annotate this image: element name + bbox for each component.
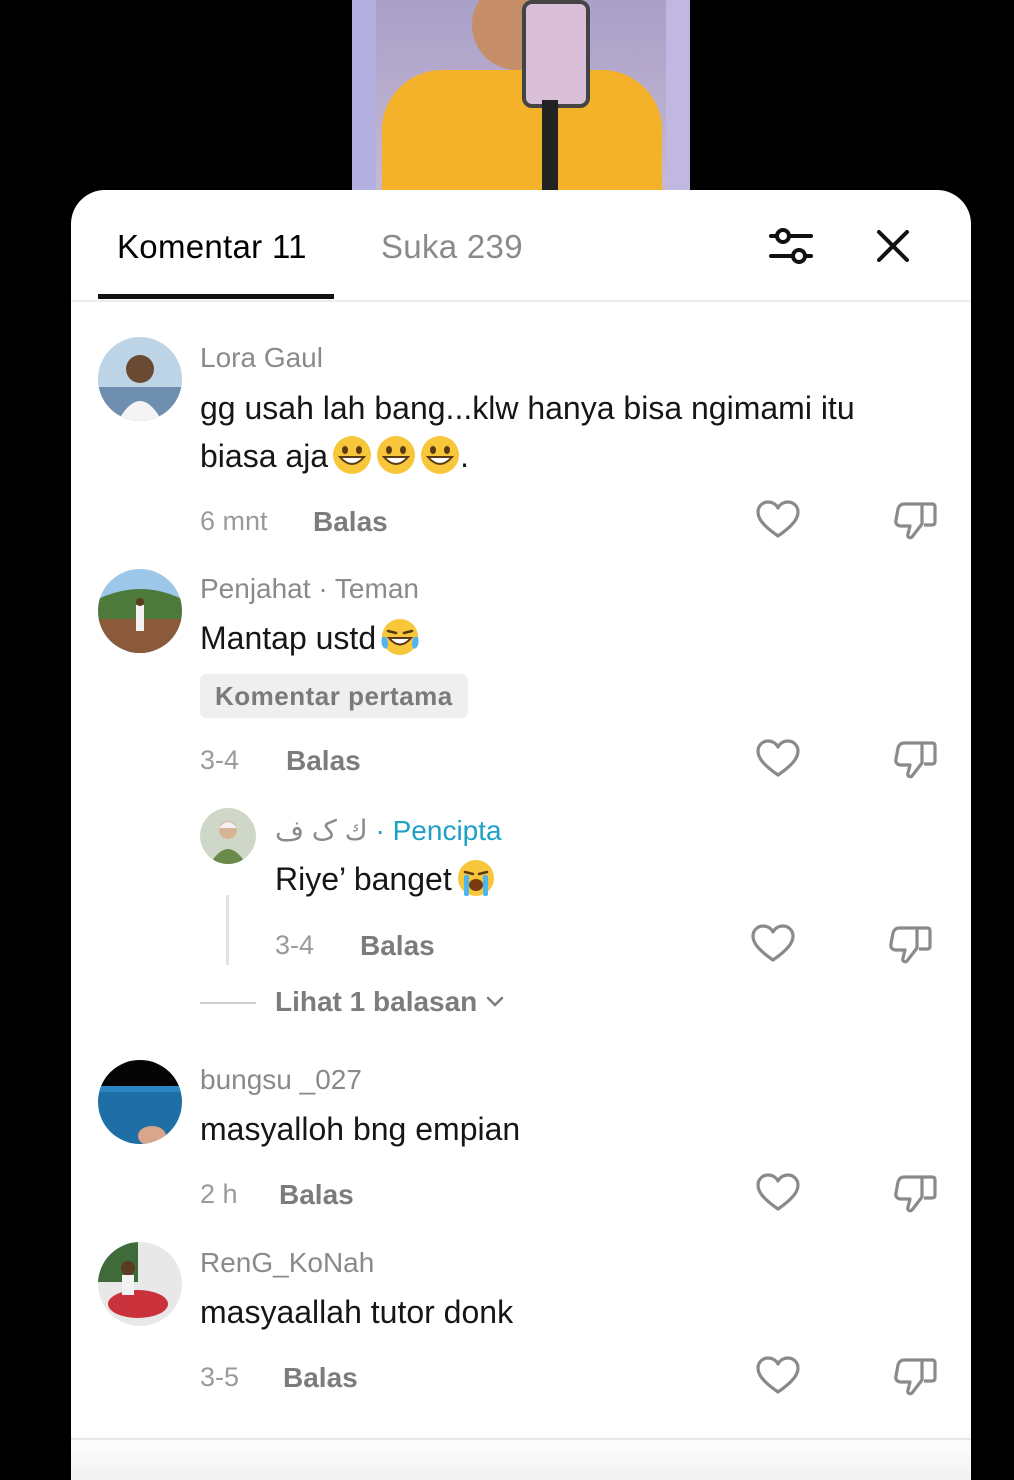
view-replies-button[interactable]: Lihat 1 balasan [275, 986, 505, 1018]
reply-button[interactable]: Balas [286, 745, 361, 777]
comments-header: Komentar 11 Suka 239 [71, 190, 971, 302]
comment-username[interactable]: Lora Gaul [200, 342, 323, 374]
comments-sheet: Komentar 11 Suka 239 Lora Gaul gg usah l… [71, 190, 971, 1480]
friend-label: · Teman [310, 573, 419, 604]
comment-text-line: gg usah lah bang...klw hanya bisa ngimam… [200, 390, 855, 426]
thumbs-down-icon[interactable] [894, 1356, 938, 1396]
grinning-face-emoji-icon [377, 436, 416, 474]
heart-icon[interactable] [756, 1173, 800, 1213]
reply-time: 3-4 [275, 930, 315, 960]
video-bg-right [666, 0, 690, 192]
comment-username[interactable]: Penjahat · Teman [200, 573, 419, 605]
video-preview[interactable] [352, 0, 690, 192]
video-bg-left [352, 0, 376, 192]
tab-likes[interactable]: Suka 239 [381, 228, 523, 266]
reply-button[interactable]: Balas [313, 506, 388, 538]
avatar[interactable] [98, 569, 182, 653]
comment-text: masyaallah tutor donk [200, 1294, 514, 1330]
video-tripod [542, 100, 558, 192]
tab-comments[interactable]: Komentar 11 [117, 228, 307, 266]
comment-text: gg usah lah bang...klw hanya bisa ngimam… [200, 384, 855, 480]
comment-text-suffix: . [460, 438, 469, 474]
reply-button[interactable]: Balas [283, 1362, 358, 1394]
thumbs-down-icon[interactable] [894, 739, 938, 779]
username-text: ﻙ ﮎ ﻑ [275, 815, 368, 846]
comment-time: 2 h [200, 1179, 238, 1209]
avatar[interactable] [200, 808, 256, 864]
comment-username[interactable]: RenG_KoNah [200, 1247, 374, 1279]
comment-time: 3-4 [200, 745, 240, 775]
reply-button[interactable]: Balas [360, 930, 435, 962]
heart-icon[interactable] [756, 739, 800, 779]
avatar[interactable] [98, 337, 182, 421]
reply-username[interactable]: ﻙ ﮎ ﻑ · Pencipta [275, 814, 502, 847]
heart-icon[interactable] [756, 1356, 800, 1396]
reply-text-line: Riye’ banget [275, 861, 452, 897]
thumbs-down-icon[interactable] [889, 924, 933, 964]
reply-button[interactable]: Balas [279, 1179, 354, 1211]
avatar[interactable] [98, 1060, 182, 1144]
sliders-icon[interactable] [767, 224, 815, 268]
first-comment-badge: Komentar pertama [200, 674, 468, 718]
comment-text: masyalloh bng empian [200, 1111, 521, 1147]
video-phone [522, 0, 590, 108]
creator-label: · Pencipta [367, 815, 502, 846]
comment-text-line: Mantap ustd [200, 620, 377, 656]
heart-icon[interactable] [756, 500, 800, 540]
comment-time: 6 mnt [200, 506, 268, 536]
loudly-crying-emoji-icon [457, 860, 494, 896]
close-icon[interactable] [871, 224, 915, 268]
comment-username[interactable]: bungsu _027 [200, 1064, 362, 1096]
comment-time: 3-5 [200, 1362, 240, 1392]
comment-text-line: biasa aja [200, 438, 329, 474]
thumbs-down-icon[interactable] [894, 1173, 938, 1213]
comment-text: Mantap ustd [200, 614, 420, 662]
thumbs-down-icon[interactable] [894, 500, 938, 540]
chevron-down-icon [486, 996, 504, 1007]
grinning-face-emoji-icon [333, 436, 372, 474]
avatar[interactable] [98, 1242, 182, 1326]
view-replies-label: Lihat 1 balasan [275, 986, 478, 1017]
tears-of-joy-emoji-icon [381, 619, 419, 655]
username-text: Penjahat [200, 573, 311, 604]
grinning-face-emoji-icon [421, 436, 460, 474]
heart-icon[interactable] [751, 924, 795, 964]
reply-text: Riye’ banget [275, 855, 496, 903]
active-tab-indicator [98, 294, 334, 299]
view-replies-divider [200, 1002, 256, 1004]
reply-thread-line [226, 895, 229, 965]
input-divider [71, 1438, 971, 1440]
